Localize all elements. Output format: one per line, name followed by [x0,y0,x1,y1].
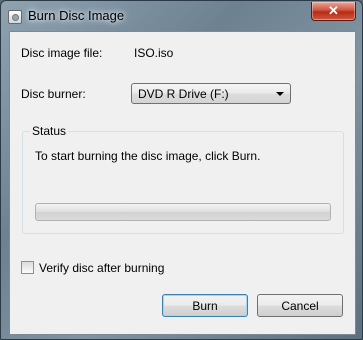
close-button[interactable]: ✕ [311,2,356,21]
disc-image-file-label: Disc image file: [21,46,103,60]
close-icon: ✕ [328,3,339,18]
verify-disc-checkbox[interactable] [21,261,34,274]
cancel-button[interactable]: Cancel [257,294,343,317]
burn-disc-image-window: Burn Disc Image ✕ Disc image file: ISO.i… [0,0,363,340]
disc-burner-label: Disc burner: [21,87,86,101]
window-title: Burn Disc Image [28,8,125,23]
chevron-down-icon [276,92,284,96]
burn-button[interactable]: Burn [162,294,248,317]
status-message: To start burning the disc image, click B… [35,149,261,163]
disc-image-file-value: ISO.iso [134,46,174,60]
status-groupbox: Status To start burning the disc image, … [22,124,344,234]
disc-burn-icon [8,10,22,24]
disc-burner-dropdown[interactable]: DVD R Drive (F:) [131,83,291,104]
burn-progress-bar [35,203,331,221]
status-legend: Status [30,124,69,138]
disc-burner-selected: DVD R Drive (F:) [138,87,229,101]
title-bar[interactable]: Burn Disc Image ✕ [1,1,362,31]
verify-disc-label[interactable]: Verify disc after burning [39,261,164,275]
dialog-body: Disc image file: ISO.iso Disc burner: DV… [9,31,356,335]
